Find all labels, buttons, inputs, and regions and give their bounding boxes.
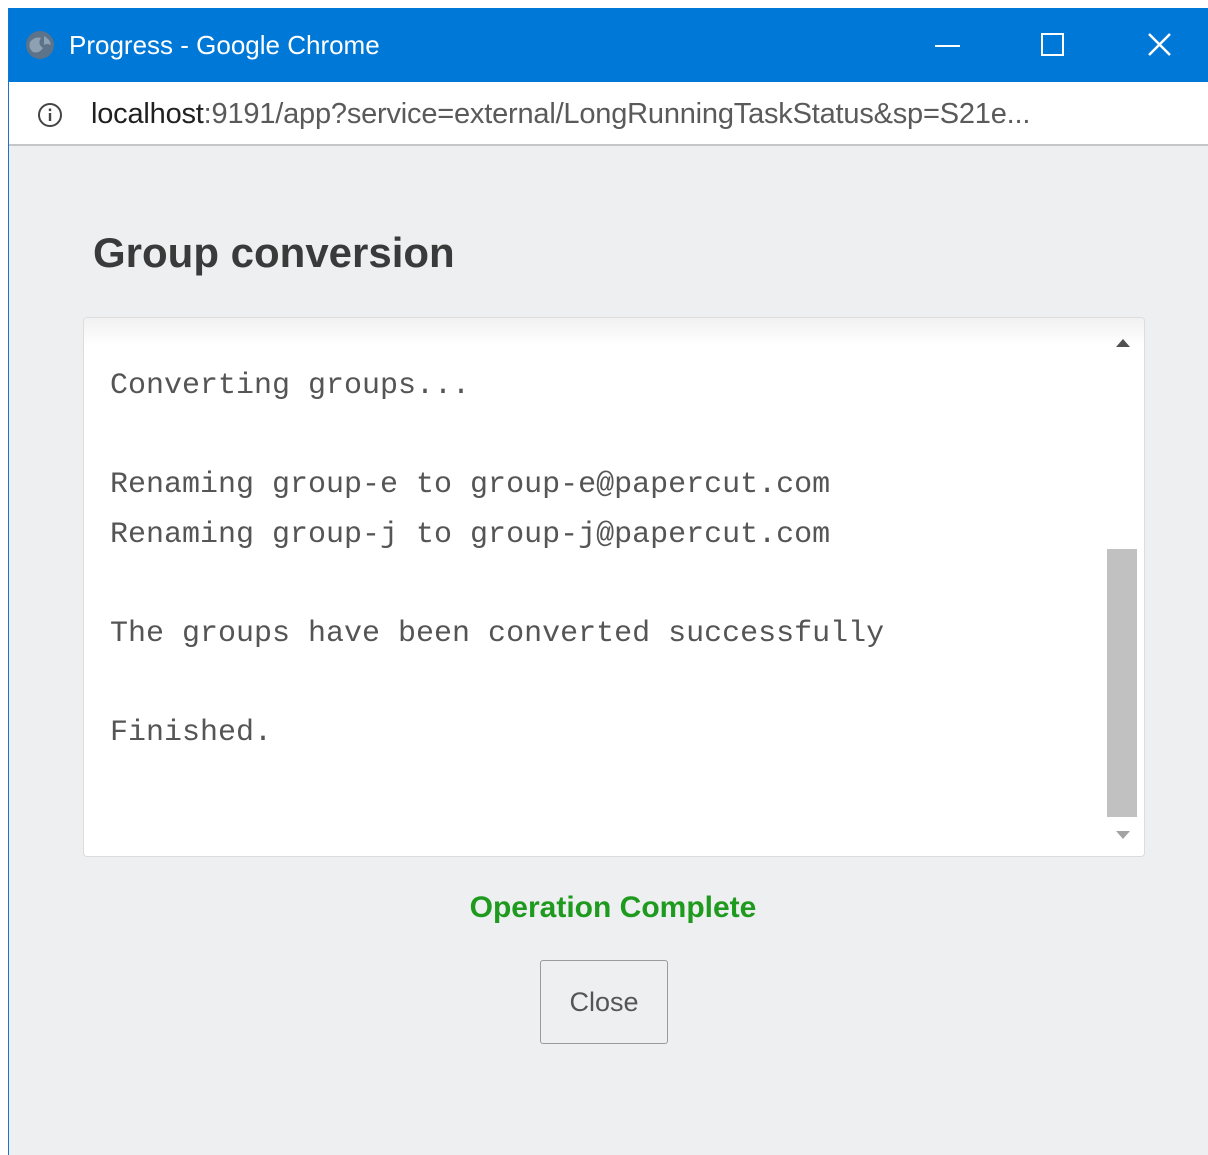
url-host: localhost (91, 98, 204, 130)
minimize-icon (935, 45, 960, 47)
status-message: Operation Complete (469, 891, 757, 924)
maximize-button[interactable] (1002, 8, 1102, 82)
log-line: Renaming group-e to group-e@papercut.com (110, 468, 831, 502)
scrollbar-thumb[interactable] (1107, 549, 1137, 817)
log-output: Converting groups... Renaming group-e to… (110, 362, 884, 758)
log-line: Finished. (110, 715, 273, 750)
minimize-button[interactable] (902, 8, 1002, 82)
title-bar: Progress - Google Chrome (9, 8, 1208, 82)
chrome-icon (26, 31, 54, 59)
page-title: Group conversion (93, 229, 455, 276)
log-line: The groups have been converted successfu… (110, 616, 885, 651)
info-icon[interactable] (37, 102, 63, 128)
log-panel[interactable]: Converting groups... Renaming group-e to… (83, 317, 1145, 857)
close-button[interactable]: Close (540, 960, 668, 1044)
close-icon (1148, 33, 1171, 56)
url-text[interactable]: localhost:9191/app?service=external/Long… (91, 96, 1030, 132)
maximize-icon (1041, 33, 1064, 56)
log-line: Renaming group-j to group-j@papercut.com (110, 517, 831, 552)
scroll-down-arrow-icon[interactable] (1114, 828, 1132, 842)
log-panel-shadow (84, 318, 1144, 346)
log-line: Converting groups... (110, 369, 471, 403)
scroll-up-arrow-icon[interactable] (1114, 336, 1132, 350)
address-bar[interactable]: localhost:9191/app?service=external/Long… (9, 82, 1208, 146)
window-close-button[interactable] (1109, 8, 1208, 82)
window-title: Progress - Google Chrome (69, 30, 380, 60)
url-path: :9191/app?service=external/LongRunningTa… (203, 98, 1031, 130)
